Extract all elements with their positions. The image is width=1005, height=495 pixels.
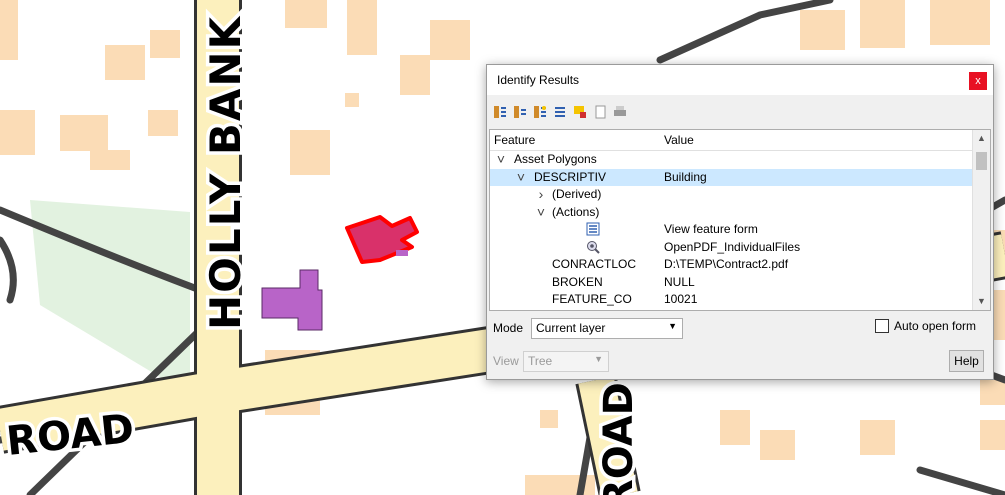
tree-row[interactable]: BROKEN NULL bbox=[490, 274, 972, 291]
expand-tree-icon[interactable] bbox=[493, 105, 507, 119]
dropdown-arrow-icon: ▼ bbox=[668, 321, 677, 331]
mode-label: Mode bbox=[493, 321, 524, 335]
dialog-title: Identify Results bbox=[497, 73, 580, 87]
feature-cell: CONRACTLOC bbox=[552, 257, 637, 271]
value-cell: 10021 bbox=[664, 292, 698, 306]
feature-cell: FEATURE_CO bbox=[552, 292, 632, 306]
feature-cell: (Actions) bbox=[552, 204, 600, 219]
chevron-down-icon[interactable]: ˅ bbox=[516, 169, 526, 186]
tree-row[interactable]: CONRACTLOC D:\TEMP\Contract2.pdf bbox=[490, 256, 972, 273]
road-label-vertical: HOLLY BANK bbox=[201, 15, 250, 330]
tree-header: Feature Value bbox=[490, 130, 972, 151]
chevron-down-icon[interactable]: ˅ bbox=[496, 151, 506, 168]
view-select-value: Tree bbox=[528, 354, 553, 368]
feature-cell: DESCRIPTIV bbox=[534, 169, 607, 184]
vertical-scrollbar[interactable]: ▲ ▼ bbox=[972, 130, 990, 310]
chevron-right-icon[interactable]: › bbox=[536, 186, 546, 203]
identify-toolbar bbox=[493, 101, 627, 123]
feature-column-header[interactable]: Feature bbox=[494, 133, 535, 147]
view-label: View bbox=[493, 354, 519, 368]
tree-row[interactable]: › (Derived) bbox=[490, 186, 972, 203]
mode-row: Mode Current layer ▼ Auto open form bbox=[493, 317, 987, 339]
tree-row[interactable]: FEATURE_CO 10021 bbox=[490, 291, 972, 308]
view-select[interactable]: Tree ▼ bbox=[523, 351, 609, 372]
feature-cell: (Derived) bbox=[552, 187, 602, 201]
tree-row[interactable]: View feature form bbox=[490, 221, 972, 238]
collapse-tree-icon[interactable] bbox=[513, 105, 527, 119]
value-cell[interactable]: View feature form bbox=[664, 221, 758, 238]
road-label-bottom-center: ROAD bbox=[596, 382, 642, 495]
tree-row[interactable]: ˅ (Actions) bbox=[490, 204, 972, 221]
mode-select[interactable]: Current layer ▼ bbox=[531, 318, 683, 339]
dropdown-arrow-icon: ▼ bbox=[594, 354, 603, 364]
help-button[interactable]: Help bbox=[949, 350, 984, 372]
tree-row[interactable]: ˅ DESCRIPTIV Building bbox=[490, 168, 972, 186]
tree-row[interactable]: OpenPDF_IndividualFiles bbox=[490, 239, 972, 256]
value-cell[interactable]: OpenPDF_IndividualFiles bbox=[664, 239, 800, 256]
scroll-down-icon[interactable]: ▼ bbox=[973, 293, 990, 310]
tree-row[interactable]: ˅ Asset Polygons bbox=[490, 151, 972, 168]
scroll-thumb[interactable] bbox=[976, 152, 987, 170]
value-cell: D:\TEMP\Contract2.pdf bbox=[664, 257, 789, 271]
value-cell: NULL bbox=[664, 274, 695, 289]
highlight-icon[interactable] bbox=[573, 105, 587, 119]
identify-results-dialog: Identify Results x Feature Value ˅ Asset … bbox=[486, 64, 994, 380]
form-icon[interactable] bbox=[553, 105, 567, 119]
feature-cell: Asset Polygons bbox=[514, 152, 597, 166]
chevron-down-icon[interactable]: ˅ bbox=[536, 204, 546, 221]
scroll-up-icon[interactable]: ▲ bbox=[973, 130, 990, 147]
results-tree[interactable]: Feature Value ˅ Asset Polygons ˅ DESCRIPTIV… bbox=[489, 129, 991, 311]
feature-cell: BROKEN bbox=[552, 274, 603, 289]
close-button[interactable]: x bbox=[969, 72, 987, 90]
expand-new-icon[interactable] bbox=[533, 105, 547, 119]
view-row: View Tree ▼ Help bbox=[493, 350, 987, 372]
value-column-header[interactable]: Value bbox=[664, 133, 694, 147]
auto-open-form-label: Auto open form bbox=[894, 319, 977, 333]
form-icon bbox=[586, 222, 600, 236]
value-cell: Building bbox=[664, 169, 707, 184]
print-icon[interactable] bbox=[613, 105, 627, 119]
copy-icon[interactable] bbox=[593, 105, 607, 119]
mode-select-value: Current layer bbox=[536, 321, 606, 335]
action-gear-icon bbox=[587, 240, 600, 254]
checkbox-icon[interactable] bbox=[875, 319, 889, 333]
dialog-titlebar[interactable]: Identify Results x bbox=[487, 65, 993, 95]
auto-open-form-checkbox[interactable]: Auto open form bbox=[875, 319, 976, 333]
